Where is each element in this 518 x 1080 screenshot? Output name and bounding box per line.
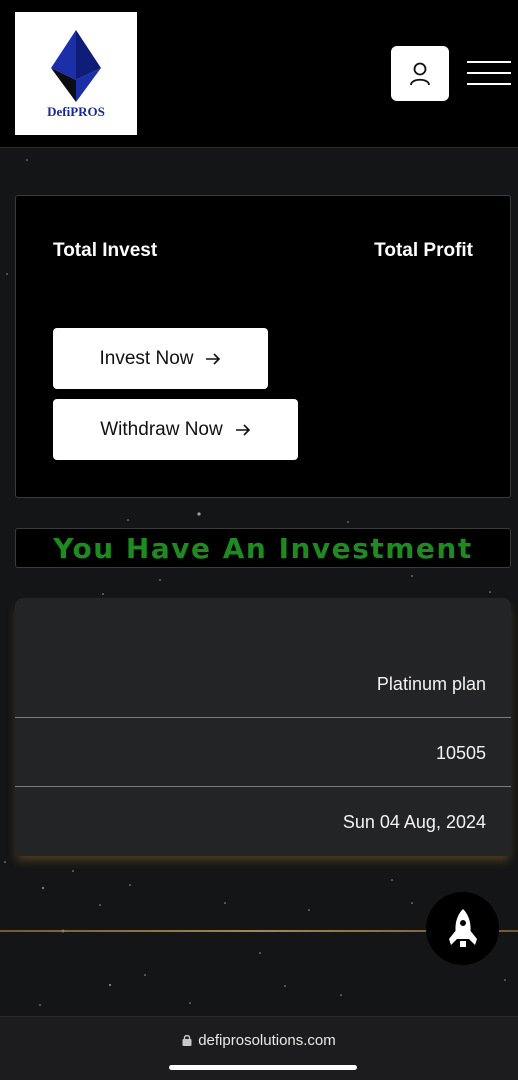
plan-name: Platinum plan: [376, 674, 486, 694]
stats-card: Total Invest Total Profit Invest Now Wit…: [15, 195, 511, 498]
total-invest-label: Total Invest: [53, 240, 158, 261]
invest-now-button[interactable]: Invest Now: [53, 328, 268, 389]
home-indicator: [169, 1065, 357, 1070]
scroll-to-top-button[interactable]: [426, 892, 499, 965]
divider: [15, 786, 511, 787]
user-icon: [410, 62, 430, 85]
logo-text: DefiPROS: [47, 104, 105, 119]
total-profit-label: Total Profit: [374, 240, 473, 261]
investment-banner: You Have An Investment: [15, 528, 511, 568]
lock-icon: [182, 1034, 192, 1046]
hamburger-menu-icon[interactable]: [467, 58, 511, 90]
investment-details-card: Platinum plan 10505 Sun 04 Aug, 2024: [15, 598, 511, 856]
divider: [15, 717, 511, 718]
site-header: DefiPROS: [0, 0, 518, 148]
withdraw-now-label: Withdraw Now: [100, 418, 223, 440]
arrow-right-icon: [235, 423, 250, 436]
url-text: defiprosolutions.com: [198, 1032, 336, 1049]
url-display[interactable]: defiprosolutions.com: [0, 1032, 518, 1049]
brand-logo[interactable]: DefiPROS: [15, 12, 137, 135]
ethereum-diamond-icon: [51, 30, 101, 102]
investment-amount: 10505: [435, 743, 486, 763]
rocket-icon: [448, 908, 477, 947]
withdraw-now-button[interactable]: Withdraw Now: [53, 399, 298, 460]
browser-url-bar[interactable]: defiprosolutions.com: [0, 1016, 518, 1080]
investment-date: Sun 04 Aug, 2024: [342, 812, 486, 832]
investment-banner-text: You Have An Investment: [53, 531, 473, 565]
arrow-right-icon: [206, 352, 221, 365]
user-account-button[interactable]: [391, 46, 449, 101]
invest-now-label: Invest Now: [99, 347, 194, 369]
